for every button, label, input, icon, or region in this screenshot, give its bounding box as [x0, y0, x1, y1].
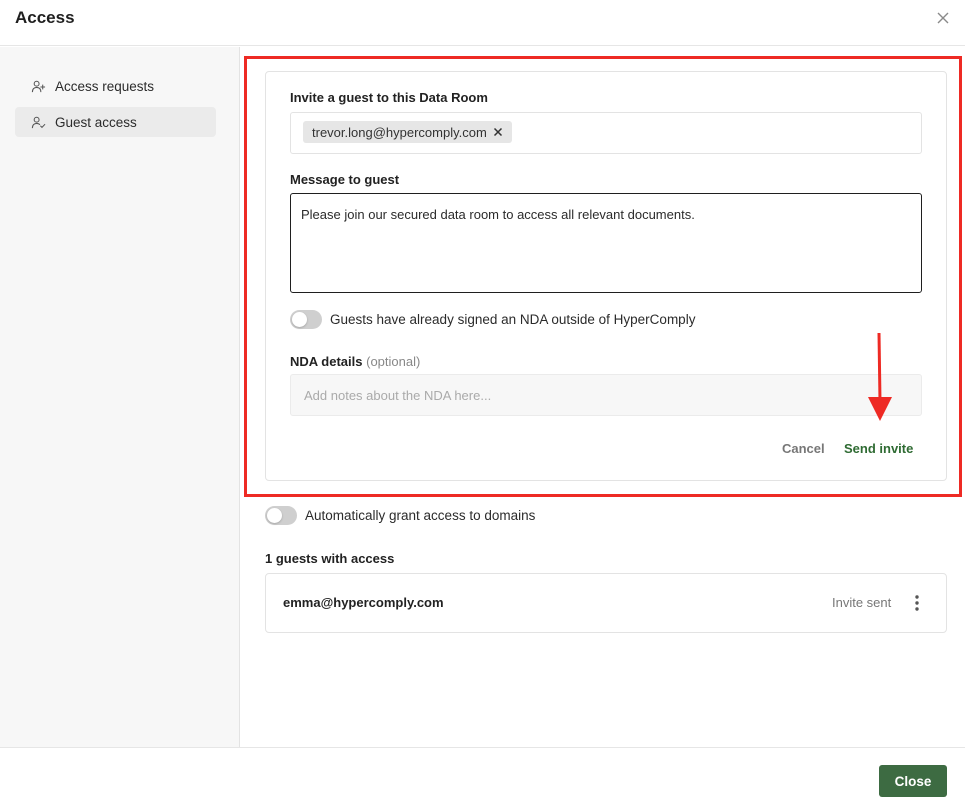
nda-details-placeholder: Add notes about the NDA here...	[304, 387, 492, 403]
guest-email: emma@hypercomply.com	[283, 595, 444, 610]
toggle-knob	[292, 312, 307, 327]
annotation-arrow-icon	[868, 332, 892, 421]
nda-details-label: NDA details (optional)	[290, 354, 420, 369]
toggle-knob	[267, 508, 282, 523]
domains-toggle-label: Automatically grant access to domains	[305, 508, 536, 523]
guest-email-chip-label: trevor.long@hypercomply.com	[312, 124, 487, 140]
sidebar-item-label: Access requests	[55, 78, 155, 94]
send-invite-button[interactable]: Send invite	[844, 441, 913, 456]
sidebar: Access requests Guest access	[0, 47, 240, 747]
table-row: emma@hypercomply.com Invite sent	[265, 573, 947, 633]
modal-title: Access	[15, 8, 75, 27]
close-icon[interactable]	[935, 10, 951, 26]
sidebar-item-guest-access[interactable]: Guest access	[15, 107, 216, 137]
user-plus-icon	[31, 80, 46, 92]
invite-label: Invite a guest to this Data Room	[290, 90, 488, 105]
guests-heading: 1 guests with access	[265, 551, 395, 566]
sidebar-item-access-requests[interactable]: Access requests	[15, 71, 216, 101]
message-textarea[interactable]: Please join our secured data room to acc…	[290, 193, 922, 293]
sidebar-item-label: Guest access	[55, 114, 137, 130]
nda-details-optional: (optional)	[366, 354, 421, 369]
domains-toggle[interactable]	[265, 506, 297, 525]
user-check-icon	[31, 116, 46, 128]
nda-toggle[interactable]	[290, 310, 322, 329]
more-options-icon[interactable]	[912, 593, 922, 613]
close-button[interactable]: Close	[879, 765, 947, 797]
modal-footer	[0, 747, 965, 808]
nda-toggle-label: Guests have already signed an NDA outsid…	[330, 312, 696, 327]
modal-header: Access	[0, 0, 965, 46]
status-badge: Invite sent	[832, 595, 892, 610]
message-label: Message to guest	[290, 172, 400, 187]
nda-details-label-text: NDA details	[290, 354, 363, 369]
remove-chip-icon[interactable]	[493, 127, 503, 137]
guest-email-chip: trevor.long@hypercomply.com	[303, 121, 512, 143]
cancel-button[interactable]: Cancel	[782, 441, 825, 456]
nda-details-input[interactable]: Add notes about the NDA here...	[290, 374, 922, 416]
